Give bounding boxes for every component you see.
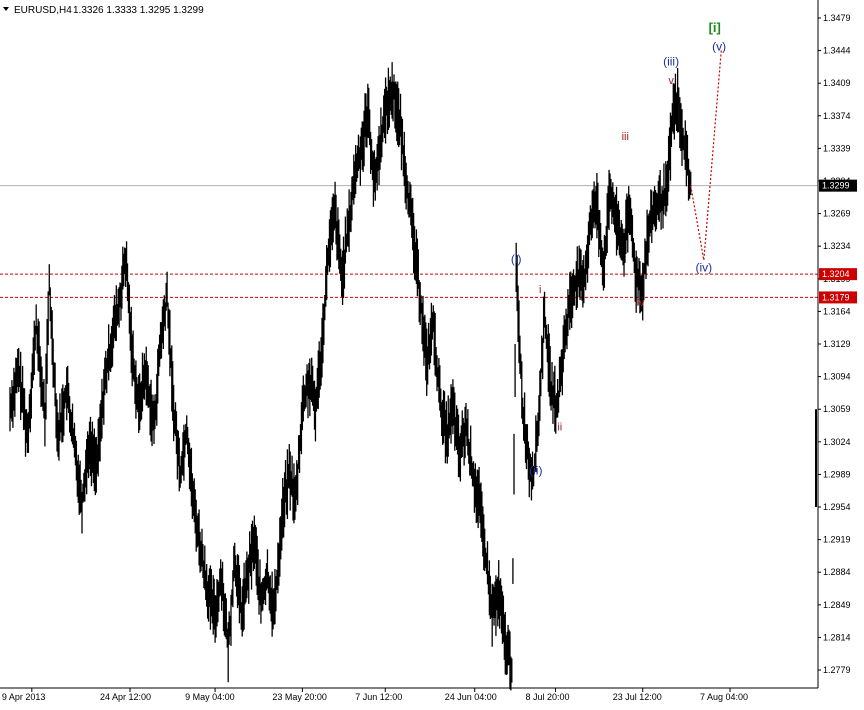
price-tick-label: 1.3409 [823,78,851,88]
wave-label: (ii) [529,463,542,477]
price-tick-label: 1.2814 [823,632,851,642]
time-tick-label: 9 Apr 2013 [2,692,46,702]
wave-label: ii [557,422,562,434]
time-tick-label: 8 Jul 20:00 [525,692,569,702]
wave-label: iv [637,297,645,309]
price-tick-label: 1.3339 [823,143,851,153]
wave-label: (v) [712,40,726,54]
price-tick-label: 1.2779 [823,665,851,675]
price-tick-label: 1.3094 [823,372,851,382]
wave-label: (i) [511,252,522,266]
wave-label: v [668,75,674,87]
wave-label: i [539,284,541,296]
price-tick-label: 1.2884 [823,567,851,577]
price-tick-label: 1.3444 [823,46,851,56]
time-tick-label: 7 Aug 04:00 [700,692,748,702]
price-tick-label: 1.2954 [823,502,851,512]
price-axis[interactable]: 1.34791.34441.34091.33741.33391.33041.32… [818,13,851,675]
wave-label: iii [622,131,629,143]
price-tick-label: 1.2919 [823,535,851,545]
time-tick-label: 23 Jul 12:00 [613,692,662,702]
price-tick-label: 1.2849 [823,600,851,610]
time-tick-label: 9 May 04:00 [185,692,235,702]
time-tick-label: 23 May 20:00 [272,692,327,702]
price-tick-label: 1.3479 [823,13,851,23]
price-tick-label: 1.3129 [823,339,851,349]
price-tick-label: 1.3024 [823,437,851,447]
time-tick-label: 24 Jun 04:00 [445,692,497,702]
wave-label: (iv) [695,260,712,274]
price-tick-label: 1.3269 [823,209,851,219]
chart-area[interactable]: [i] (v) (iii) v iii (iv) (i) i iv ii (ii) 1.3479 1.… [0,0,864,710]
price-tag-label: 1.3204 [822,269,850,279]
symbol-label: EURUSD,H4 [14,5,72,16]
price-tag-label: 1.3179 [822,292,850,302]
wave-label: [i] [709,20,721,35]
chart-header: EURUSD,H4 1.3326 1.3333 1.3295 1.3299 [3,5,204,16]
price-tick-label: 1.3164 [823,306,851,316]
price-tick-label: 1.2989 [823,469,851,479]
price-tick-label: 1.3234 [823,241,851,251]
ohlc-label: 1.3326 1.3333 1.3295 1.3299 [73,5,204,16]
time-tick-label: 7 Jun 12:00 [355,692,402,702]
time-tick-label: 24 Apr 12:00 [100,692,151,702]
price-tick-label: 1.3059 [823,404,851,414]
price-tag-label: 1.3299 [822,181,850,191]
wave-label: (iii) [663,54,679,68]
price-tick-label: 1.3374 [823,111,851,121]
